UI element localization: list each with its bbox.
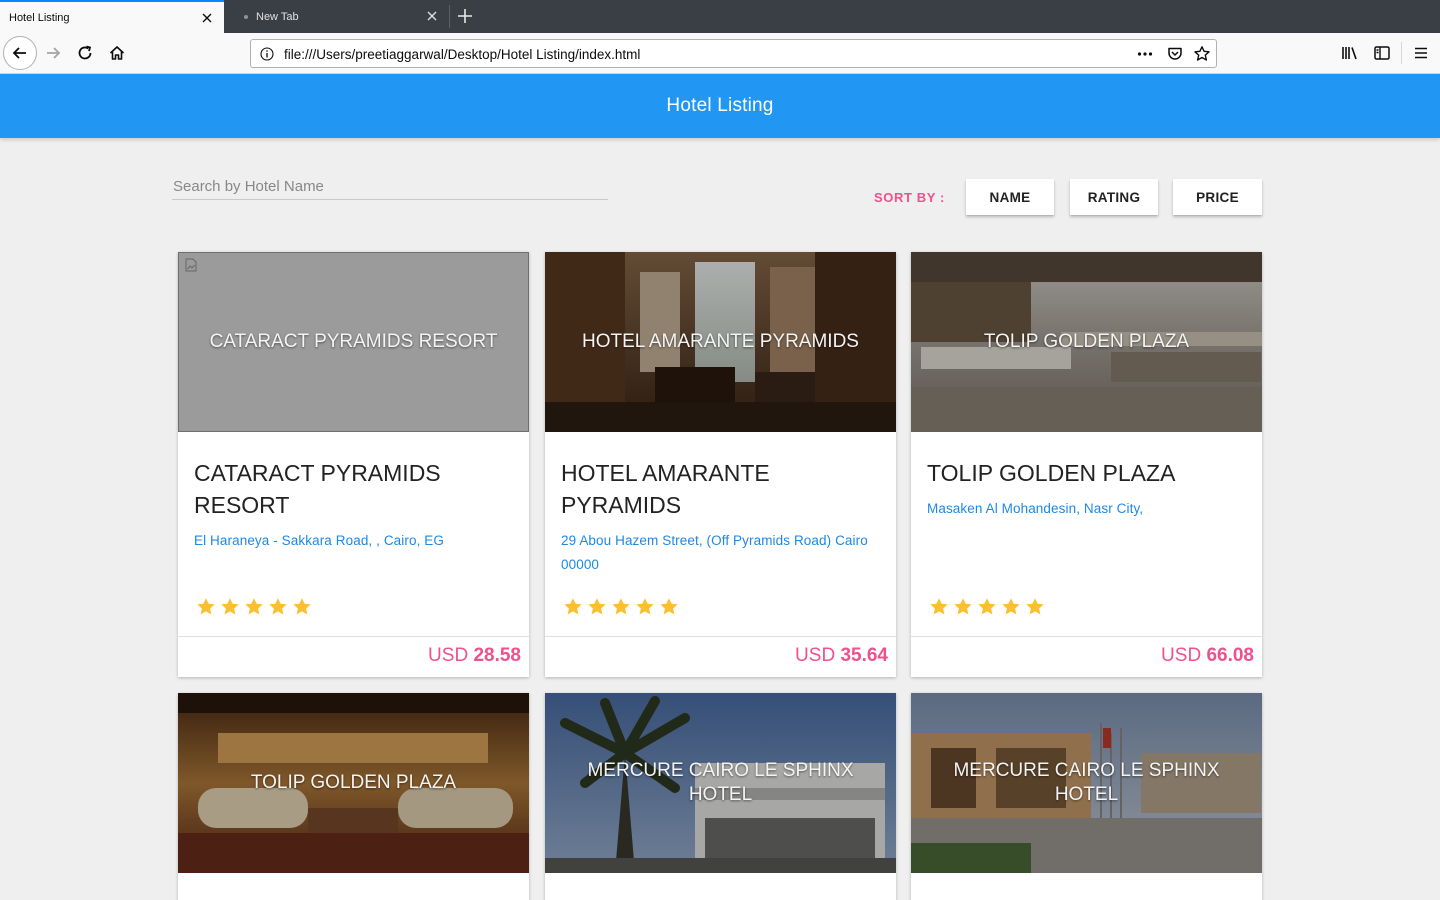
search-input[interactable] (172, 174, 608, 200)
url-text[interactable]: file:///Users/preetiaggarwal/Desktop/Hot… (284, 47, 640, 62)
app-header: Hotel Listing (0, 74, 1440, 138)
tab-label: New Tab (256, 10, 299, 23)
reload-icon (78, 45, 92, 60)
star-icon (588, 598, 606, 615)
price-amount: 66.08 (1206, 645, 1254, 666)
image-title: MERCURE CAIRO LE SPHINX HOTEL (587, 760, 854, 805)
hotel-card[interactable]: HOTEL AMARANTE PYRAMIDS HOTEL AMARANTE P… (545, 252, 896, 677)
more-actions-icon[interactable] (1137, 45, 1153, 63)
image-title: MERCURE CAIRO LE SPHINX HOTEL (953, 760, 1220, 805)
hotel-image: HOTEL AMARANTE PYRAMIDS (545, 252, 896, 432)
browser-toolbar: file:///Users/preetiaggarwal/Desktop/Hot… (0, 33, 1440, 74)
star-icon (1026, 598, 1044, 615)
tab-separator (449, 5, 450, 28)
star-icon (564, 598, 582, 615)
hotel-price: USD 66.08 (1161, 645, 1254, 667)
price-currency: USD (1161, 645, 1202, 666)
star-icon (269, 598, 287, 615)
hotel-price: USD 28.58 (428, 645, 521, 667)
star-icon (1002, 598, 1020, 615)
hotel-image-broken: CATARACT PYRAMIDS RESORT (178, 252, 529, 432)
close-icon[interactable] (200, 11, 214, 25)
card-divider (911, 636, 1262, 637)
star-icon (954, 598, 972, 615)
address-bar[interactable]: file:///Users/preetiaggarwal/Desktop/Hot… (250, 39, 1217, 68)
star-rating (561, 595, 681, 619)
hotel-card[interactable]: TOLIP GOLDEN PLAZA (178, 693, 529, 900)
arrow-right-icon (47, 47, 61, 59)
pocket-icon[interactable] (1166, 45, 1184, 63)
bookmark-star-icon[interactable] (1193, 45, 1211, 63)
close-icon[interactable] (425, 9, 439, 23)
hotel-card[interactable]: MERCURE CAIRO LE SPHINX HOTEL (545, 693, 896, 900)
hotel-address[interactable]: 29 Abou Hazem Street, (Off Pyramids Road… (561, 529, 882, 577)
reload-button[interactable] (74, 42, 96, 64)
sort-price-button[interactable]: PRICE (1173, 179, 1262, 215)
hotel-image: TOLIP GOLDEN PLAZA (178, 693, 529, 873)
star-icon (197, 598, 215, 615)
hotel-name: TOLIP GOLDEN PLAZA (927, 460, 1176, 486)
star-rating (194, 595, 314, 619)
forward-button[interactable] (42, 42, 64, 64)
info-icon[interactable] (260, 47, 274, 61)
home-icon (109, 46, 125, 60)
image-title: TOLIP GOLDEN PLAZA (250, 772, 457, 793)
arrow-left-icon (12, 47, 26, 59)
star-icon (221, 598, 239, 615)
hotel-name: CATARACT PYRAMIDS RESORT (194, 460, 441, 518)
star-icon (245, 598, 263, 615)
sort-by-label: SORT BY : (874, 190, 945, 205)
price-currency: USD (795, 645, 836, 666)
star-icon (660, 598, 678, 615)
card-divider (178, 636, 529, 637)
hotel-image: MERCURE CAIRO LE SPHINX HOTEL (911, 693, 1262, 873)
hotel-card[interactable]: TOLIP GOLDEN PLAZA TOLIP GOLDEN PLAZA Ma… (911, 252, 1262, 677)
star-icon (636, 598, 654, 615)
tab-label: Hotel Listing (9, 11, 70, 24)
tab-new-tab[interactable]: New Tab (225, 0, 449, 33)
price-amount: 35.64 (840, 645, 888, 666)
price-amount: 28.58 (473, 645, 521, 666)
tab-loading-dot (244, 15, 248, 19)
hotel-name: HOTEL AMARANTE PYRAMIDS (561, 460, 770, 518)
sidebar-button[interactable] (1372, 43, 1392, 63)
hotel-image: TOLIP GOLDEN PLAZA (911, 252, 1262, 432)
hotel-card[interactable]: CATARACT PYRAMIDS RESORT CATARACT PYRAMI… (178, 252, 529, 677)
library-icon (1342, 47, 1357, 60)
page-title: Hotel Listing (666, 95, 774, 116)
home-button[interactable] (106, 42, 128, 64)
price-currency: USD (428, 645, 469, 666)
new-tab-plus-icon[interactable] (456, 7, 474, 25)
hotel-image: MERCURE CAIRO LE SPHINX HOTEL (545, 693, 896, 873)
star-icon (293, 598, 311, 615)
image-title: HOTEL AMARANTE PYRAMIDS (582, 331, 859, 352)
hotel-address[interactable]: El Haraneya - Sakkara Road, , Cairo, EG (194, 529, 515, 553)
hotel-price: USD 35.64 (795, 645, 888, 667)
image-title: TOLIP GOLDEN PLAZA (983, 331, 1190, 352)
library-button[interactable] (1340, 43, 1360, 63)
browser-tab-strip: Hotel Listing New Tab (0, 0, 1440, 33)
star-icon (978, 598, 996, 615)
toolbar-separator (1401, 42, 1402, 64)
hamburger-menu-icon (1415, 47, 1427, 59)
sidebar-icon (1374, 46, 1390, 60)
hotel-address[interactable]: Masaken Al Mohandesin, Nasr City, (927, 497, 1248, 521)
menu-button[interactable] (1411, 43, 1431, 63)
hotel-card[interactable]: MERCURE CAIRO LE SPHINX HOTEL (911, 693, 1262, 900)
star-icon (612, 598, 630, 615)
back-button[interactable] (3, 36, 37, 70)
card-divider (545, 636, 896, 637)
star-rating (927, 595, 1047, 619)
sort-name-button[interactable]: NAME (966, 179, 1054, 215)
image-title: CATARACT PYRAMIDS RESORT (209, 331, 498, 352)
star-icon (930, 598, 948, 615)
tab-hotel-listing[interactable]: Hotel Listing (0, 0, 224, 33)
sort-rating-button[interactable]: RATING (1070, 179, 1158, 215)
